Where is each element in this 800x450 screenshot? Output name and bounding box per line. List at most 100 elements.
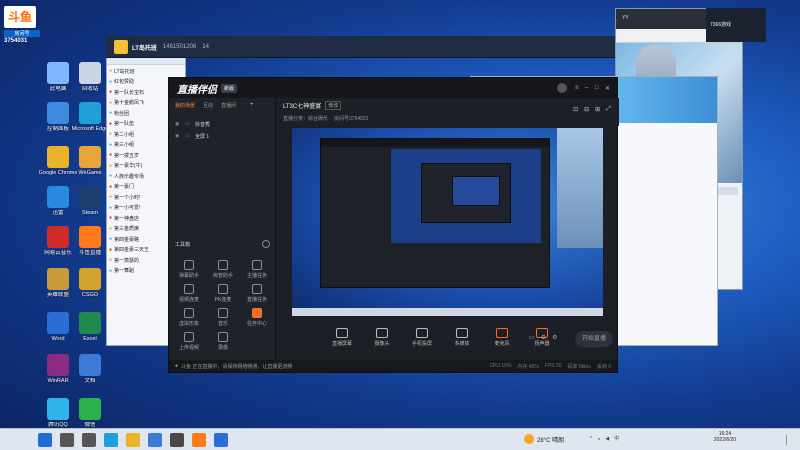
desktop-icon-label: Steam [82,210,98,216]
list-item-label: 第一神盘店 [114,215,140,222]
scene-item-label: 抖音秀 [195,121,211,128]
source-button[interactable]: 麦克风 [489,328,515,347]
fullscreen-icon[interactable]: ⤢ [606,106,611,113]
source-label: 直播屏幕 [331,341,352,347]
lock-icon[interactable]: ▭ [185,121,195,127]
douyu-icon[interactable] [192,433,206,447]
scene-item-1[interactable]: ◉ ▭ 抖音秀 [169,118,275,130]
tool-button[interactable]: 上传视频 [173,332,205,351]
search-icon[interactable] [60,433,74,447]
taskview-icon[interactable] [82,433,96,447]
weather-widget[interactable]: 28°C 晴朗 [524,434,564,444]
edge-icon[interactable] [104,433,118,447]
volume-icon[interactable]: ◀ [605,436,609,442]
tool-button[interactable]: 直播任务 [241,284,273,303]
desktop-icon[interactable]: Excel [70,312,110,342]
source-icon [416,328,428,338]
eye-icon[interactable]: ◉ [175,121,185,127]
tool-button[interactable]: 任务中心 [241,308,273,327]
start-live-button[interactable]: 开始直播 [575,331,613,347]
tab-my-scene[interactable]: 我的场景 [175,102,195,109]
desktop-icon[interactable]: Steam [70,186,110,216]
game-icon[interactable] [170,433,184,447]
tool-button[interactable]: 视频连麦 [173,284,205,303]
app-icon [47,146,69,168]
tab-room[interactable]: 直播间 [221,102,236,109]
eye-icon[interactable]: ◉ [175,133,185,139]
member-avatar-icon: ● [109,120,113,127]
tool-button[interactable]: PK连麦 [207,284,239,303]
weather-text: 28°C 晴朗 [537,437,565,444]
layout-icon[interactable]: ⊟ [584,106,589,113]
tray-expand-icon[interactable]: ^ [590,436,592,442]
status-warning-icon: ● [175,363,179,369]
desktop-icon[interactable]: 回收站 [70,62,110,92]
clock[interactable]: 16:24 2022/6/20 [705,431,745,443]
menu-icon[interactable]: ≡ [575,85,585,91]
desktop-icon[interactable]: 微信 [70,398,110,428]
live-companion-titlebar: 直播伴侣 新版 ≡ – □ ✕ [169,78,617,98]
preview-canvas[interactable] [292,128,603,316]
source-button[interactable]: 多媒体 [449,328,475,347]
desktop-icon[interactable]: WeGame [70,146,110,176]
tool-label: 录像 [217,345,228,351]
source-button[interactable]: 摄像头 [369,328,395,347]
word-icon[interactable] [214,433,228,447]
lock-icon[interactable]: ▭ [185,133,195,139]
tool-button[interactable]: 虚拟形象 [173,308,205,327]
tool-label: 虚拟形象 [178,321,199,327]
tool-button[interactable]: 音乐 [207,308,239,327]
avatar[interactable] [557,83,567,93]
source-button[interactable]: 直播屏幕 [329,328,355,347]
app-icon [79,146,101,168]
scene-item-label: 全屏 1 [195,133,210,140]
list-item-label: 红包赞助 [114,79,135,86]
tab-interact[interactable]: 互动 [203,102,213,109]
close-icon[interactable]: ✕ [605,85,617,92]
tool-button[interactable]: 录像 [207,332,239,351]
list-item[interactable]: ● LT岛托班 [109,66,183,77]
app-icon [47,398,69,420]
show-desktop-button[interactable] [786,435,794,445]
version-badge[interactable]: 新版 [221,83,238,93]
desktop-icon[interactable]: 文档 [70,354,110,384]
explorer-icon[interactable] [126,433,140,447]
desktop-icon[interactable]: CSGO [70,268,110,298]
tool-button[interactable]: 主播任务 [241,260,273,279]
scene-panel: 我的场景 互动 直播间 + ◉ ▭ 抖音秀 ◉ ▭ 全屏 1 工具箱 弹幕助手 房… [169,98,276,360]
scene-item-2[interactable]: ◉ ▭ 全屏 1 [169,130,275,142]
list-item-label: 第一豪门 [114,184,135,191]
start-icon[interactable] [38,433,52,447]
member-avatar-icon: ● [109,141,113,148]
edit-title-button[interactable]: 修改 [325,100,342,110]
grid-icon[interactable]: ⊞ [595,106,600,113]
member-avatar-icon: ● [109,236,113,243]
source-toolbar: 直播屏幕 摄像头 手机投屏 多媒体 麦克风 扬声器 [329,328,555,347]
network-icon[interactable]: ◒ [597,436,600,442]
desktop-icon[interactable]: Microsoft Edge [70,102,110,132]
douyu-brand-sub: 房间号 [4,30,40,37]
settings-icon[interactable]: ⚙ [541,334,546,341]
member-avatar-icon: ● [109,152,113,159]
screenshot-icon[interactable]: ⊡ [573,106,578,113]
app-title: 直播伴侣 [177,84,217,96]
more-tools-icon[interactable] [262,240,270,248]
tool-button[interactable]: 房管助手 [207,260,239,279]
gear-icon[interactable]: ⚙ [552,334,557,341]
minimize-icon[interactable]: – [585,85,595,91]
stat-item: FPS 30 [544,363,562,369]
source-button[interactable]: 手机投屏 [409,328,435,347]
camera-icon[interactable]: ▭ [529,334,535,341]
input-method-icon[interactable]: 中 [614,435,619,442]
maximize-icon[interactable]: □ [595,85,605,91]
list-item-label: 第一拨五岁 [114,152,140,159]
tool-button[interactable]: 弹幕助手 [173,260,205,279]
store-icon[interactable] [148,433,162,447]
desktop-icon[interactable]: 斗鱼直播 [70,226,110,256]
app-icon [79,398,101,420]
list-item-label: 第一豪华(牛) [114,163,143,170]
app-icon [79,268,101,290]
stat-item: CPU 10% [489,363,512,369]
add-scene-icon[interactable]: + [250,102,254,108]
preview-taskbar [292,308,603,316]
